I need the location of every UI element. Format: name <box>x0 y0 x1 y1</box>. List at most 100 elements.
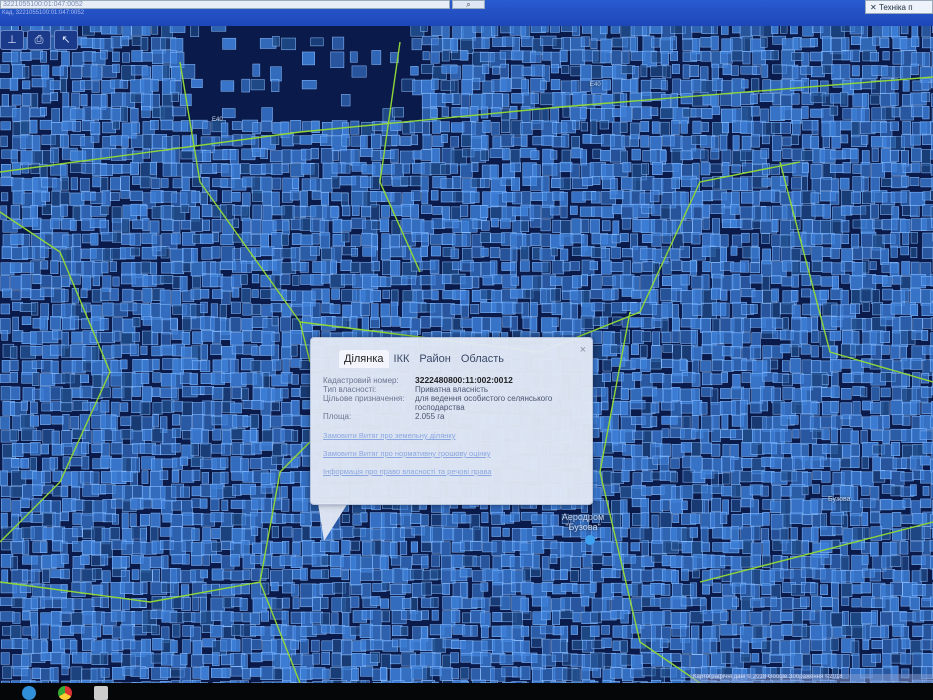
parcel <box>91 289 102 303</box>
parcel <box>820 597 833 608</box>
parcel <box>530 93 539 105</box>
parcel <box>20 457 29 469</box>
parcel <box>310 302 321 318</box>
parcel <box>480 612 491 628</box>
parcel <box>232 484 242 496</box>
parcel <box>801 486 809 496</box>
tech-button[interactable]: ✕ Техніка п <box>865 0 933 14</box>
parcel <box>322 668 330 680</box>
print-icon[interactable]: ⎙ <box>27 30 51 50</box>
parcel <box>260 484 273 494</box>
parcel <box>30 331 43 345</box>
ownership-info-link[interactable]: Інформація про право власності та речові… <box>323 467 492 476</box>
parcel <box>689 527 698 538</box>
parcel <box>359 148 373 157</box>
parcel <box>701 542 711 552</box>
tab-parcel[interactable]: Ділянка <box>339 350 389 368</box>
parcel <box>919 568 928 582</box>
parcel <box>171 469 180 483</box>
parcel <box>372 569 382 581</box>
pointer-icon[interactable]: ↖ <box>54 30 78 50</box>
parcel <box>370 176 380 190</box>
parcel <box>839 64 851 80</box>
parcel <box>601 625 610 635</box>
parcel <box>589 582 597 593</box>
photos-icon[interactable] <box>94 686 108 700</box>
parcel <box>659 597 673 609</box>
parcel <box>161 555 169 570</box>
parcel <box>251 346 260 356</box>
parcel <box>9 77 19 91</box>
parcel <box>31 555 42 572</box>
parcel <box>30 346 42 356</box>
parcel <box>172 624 181 638</box>
parcel <box>280 498 290 512</box>
tools-icon: ✕ <box>870 3 879 12</box>
parcel <box>920 498 932 508</box>
ie-icon[interactable] <box>22 686 36 700</box>
parcel <box>632 106 643 120</box>
parcel <box>520 106 531 123</box>
parcel <box>739 471 753 483</box>
tab-region[interactable]: Область <box>456 350 509 368</box>
parcel <box>201 472 210 484</box>
parcel <box>360 568 374 581</box>
parcel <box>899 316 913 331</box>
parcel <box>850 343 863 356</box>
parcel <box>412 290 424 304</box>
parcel <box>281 444 292 456</box>
parcel <box>691 442 701 457</box>
parcel <box>902 498 911 508</box>
parcel <box>639 344 648 358</box>
parcel <box>340 639 352 656</box>
parcel <box>22 539 30 555</box>
parcel <box>900 219 911 233</box>
parcel <box>841 233 849 244</box>
order-valuation-extract-link[interactable]: Замовити Витяг про нормативну грошову оц… <box>323 449 490 458</box>
parcel <box>850 513 861 526</box>
parcel <box>851 331 860 346</box>
parcel <box>260 651 275 661</box>
parcel <box>390 654 401 665</box>
parcel <box>651 232 662 247</box>
parcel <box>130 162 139 176</box>
parcel <box>341 232 350 243</box>
parcel <box>460 304 469 318</box>
parcel <box>610 262 624 272</box>
parcel <box>350 261 360 273</box>
close-icon[interactable]: × <box>580 344 586 356</box>
parcel <box>61 276 70 288</box>
parcel <box>290 330 302 345</box>
parcel <box>691 625 700 640</box>
parcel <box>670 400 682 418</box>
parcel <box>399 150 415 165</box>
parcel <box>841 273 850 284</box>
search-button[interactable]: ⌕ <box>452 0 485 9</box>
parcel <box>251 526 259 536</box>
parcel <box>820 176 833 192</box>
parcel <box>752 190 760 206</box>
parcel <box>720 51 733 64</box>
parcel <box>80 80 93 90</box>
parcel <box>909 177 920 187</box>
parcel <box>181 176 190 191</box>
parcel <box>560 542 573 557</box>
search-input[interactable]: 3221055100:01:047:0052 <box>0 0 450 9</box>
parcel <box>141 470 149 484</box>
parcel <box>312 652 320 665</box>
parcel <box>841 514 849 528</box>
parcel <box>191 498 201 508</box>
poi-marker-icon[interactable] <box>585 535 595 545</box>
chrome-icon[interactable] <box>58 686 72 700</box>
layers-icon[interactable]: ⊥ <box>0 30 24 50</box>
parcel <box>131 50 143 62</box>
order-parcel-extract-link[interactable]: Замовити Витяг про земельну ділянку <box>323 431 456 440</box>
tab-ikk[interactable]: ІКК <box>389 350 415 368</box>
parcel <box>730 289 741 304</box>
parcel <box>211 528 221 540</box>
map-attribution: Картографічні дані © 2018 Google Зображе… <box>690 674 933 683</box>
tab-district[interactable]: Район <box>414 350 455 368</box>
parcel <box>671 570 679 584</box>
parcel <box>31 217 42 230</box>
parcel <box>352 514 362 526</box>
